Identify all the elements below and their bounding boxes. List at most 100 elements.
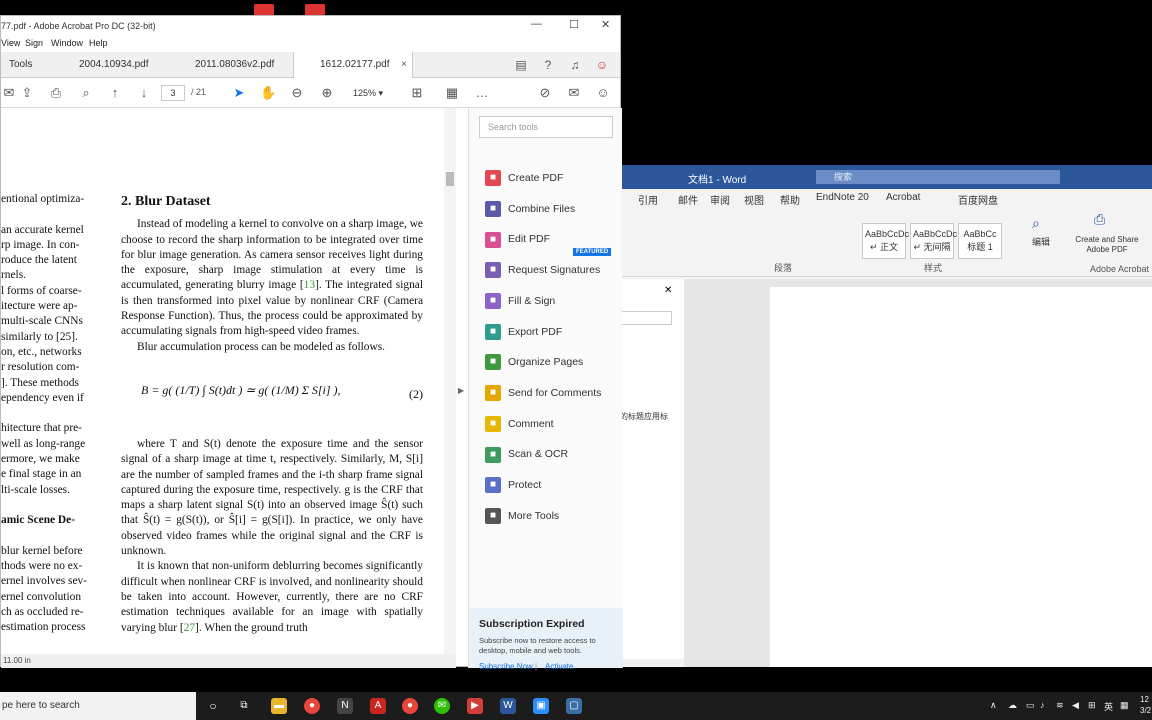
taskbar-search-input[interactable]: pe here to search xyxy=(0,692,196,720)
word-tab[interactable]: 引用 xyxy=(638,192,658,207)
chrome-icon[interactable]: ● xyxy=(304,698,320,714)
citation-link[interactable]: 13 xyxy=(304,279,315,291)
avatar[interactable]: ☺ xyxy=(594,57,610,73)
create-pdf-icon[interactable]: ⎙ xyxy=(1094,211,1105,228)
app-icon[interactable]: ▶ xyxy=(467,698,483,714)
tool-item[interactable]: ■ Create PDF xyxy=(485,168,563,190)
chrome-icon[interactable]: ● xyxy=(402,698,418,714)
bell-icon[interactable]: ♫ xyxy=(567,57,583,73)
tab-doc-1612[interactable]: 1612.02177.pdf xyxy=(293,52,413,78)
select-cursor-icon[interactable]: ➤ xyxy=(231,85,247,101)
style-heading1[interactable]: AaBbCc 标题 1 xyxy=(958,223,1002,259)
task-view-icon[interactable]: ⧉ xyxy=(236,698,252,714)
close-icon[interactable]: ✕ xyxy=(601,18,610,31)
word-page[interactable] xyxy=(770,287,1152,667)
tool-item[interactable]: ■ Organize Pages xyxy=(485,352,583,374)
print-icon[interactable]: ⎙ xyxy=(48,85,64,101)
word-icon[interactable]: W xyxy=(500,698,516,714)
word-search-box[interactable]: 搜索 xyxy=(816,170,1060,184)
active-app-icon[interactable]: ▢ xyxy=(566,698,582,714)
comment-tools-icon[interactable]: ▦ xyxy=(444,85,460,101)
subscribe-now-link[interactable]: Subscribe Now xyxy=(479,662,533,671)
page-number-input[interactable]: 3 xyxy=(161,85,185,101)
page-fit-icon[interactable]: ⊞ xyxy=(409,85,425,101)
close-icon[interactable]: ✕ xyxy=(664,285,672,296)
tab-doc-2011[interactable]: 2011.08036v2.pdf xyxy=(187,52,291,78)
email-icon[interactable]: ✉ xyxy=(566,85,582,101)
add-user-icon[interactable]: ☺ xyxy=(595,85,611,101)
chat-icon[interactable]: ▤ xyxy=(513,57,529,73)
edit-label[interactable]: 编辑 xyxy=(1032,235,1050,248)
tab-close-icon[interactable]: × xyxy=(401,52,407,78)
tool-item[interactable]: ■ Protect xyxy=(485,475,541,497)
word-tab[interactable]: 百度网盘 xyxy=(958,192,998,207)
tool-item[interactable]: ■ Comment xyxy=(485,414,554,436)
word-tab[interactable]: 邮件 xyxy=(678,192,698,207)
zoom-out-icon[interactable]: ⊖ xyxy=(289,85,305,101)
tab-doc-2004[interactable]: 2004.10934.pdf xyxy=(71,52,171,78)
tool-item[interactable]: ■ Request Signatures xyxy=(485,260,600,282)
tool-item[interactable]: ■ Export PDF xyxy=(485,322,562,344)
text-line: multi-scale CNNs xyxy=(1,315,83,328)
menu-window[interactable]: Window xyxy=(51,38,83,48)
menu-view[interactable]: View xyxy=(1,38,20,48)
zoom-app-icon[interactable]: ▣ xyxy=(533,698,549,714)
menu-sign[interactable]: Sign xyxy=(25,38,43,48)
help-icon[interactable]: ? xyxy=(540,57,556,73)
menu-help[interactable]: Help xyxy=(89,38,108,48)
tool-item[interactable]: ■ Edit PDF xyxy=(485,229,550,251)
find-icon[interactable]: ⌕ xyxy=(1032,215,1040,232)
tab-tools[interactable]: Tools xyxy=(1,52,61,78)
tool-item[interactable]: ■ Scan & OCR xyxy=(485,444,568,466)
minimize-icon[interactable]: — xyxy=(531,18,542,30)
upload-icon[interactable]: ⇪ xyxy=(19,85,35,101)
style-no-spacing[interactable]: AaBbCcDc ↵ 无间隔 xyxy=(910,223,957,259)
tool-item[interactable]: ■ Combine Files xyxy=(485,199,575,221)
notion-icon[interactable]: N xyxy=(337,698,353,714)
clock[interactable]: 12 3/2 xyxy=(1140,694,1151,716)
page-down-icon[interactable]: ↓ xyxy=(136,85,152,101)
zoom-in-icon[interactable]: ⊕ xyxy=(319,85,335,101)
acrobat-icon[interactable]: A xyxy=(370,698,386,714)
hand-icon[interactable]: ✋ xyxy=(260,85,276,101)
word-tab[interactable]: 审阅 xyxy=(710,192,730,207)
nav-search-input[interactable] xyxy=(620,311,672,325)
word-tab[interactable]: 视图 xyxy=(744,192,764,207)
page-total: / 21 xyxy=(191,87,207,97)
tray-speaker-icon[interactable]: ◀ xyxy=(1072,700,1079,711)
page-up-icon[interactable]: ↑ xyxy=(107,85,123,101)
tray-grid-icon[interactable]: ▦ xyxy=(1120,700,1129,711)
zoom-search-icon[interactable]: ⌕ xyxy=(78,85,94,101)
sign-icon[interactable]: ✉ xyxy=(1,85,17,101)
vertical-scrollbar[interactable] xyxy=(444,108,456,654)
zoom-select[interactable]: 125% ▾ xyxy=(345,85,393,101)
tray-input-icon[interactable]: ⊞ xyxy=(1088,700,1096,711)
more-icon[interactable]: … xyxy=(474,85,490,101)
citation-link[interactable]: 27 xyxy=(184,622,195,634)
tray-network-icon[interactable]: ▭ xyxy=(1026,700,1035,711)
language-indicator[interactable]: 英 xyxy=(1104,700,1113,713)
collapse-pane-icon[interactable]: ▶ xyxy=(458,386,464,395)
wechat-icon[interactable]: ✉ xyxy=(434,698,450,714)
scroll-thumb[interactable] xyxy=(446,172,454,186)
word-tab[interactable]: EndNote 20 xyxy=(816,192,869,203)
style-normal[interactable]: AaBbCcDc ↵ 正文 xyxy=(862,223,909,259)
link-icon[interactable]: ⊘ xyxy=(537,85,553,101)
maximize-icon[interactable]: ☐ xyxy=(569,18,579,31)
cortana-icon[interactable]: ○ xyxy=(205,698,221,714)
tray-volume-icon[interactable]: ♪ xyxy=(1040,700,1045,710)
word-tab[interactable]: Acrobat xyxy=(886,192,920,203)
word-tab[interactable]: 帮助 xyxy=(780,192,800,207)
search-tools-input[interactable]: Search tools xyxy=(479,116,613,138)
activate-link[interactable]: Activate xyxy=(545,662,573,671)
tool-item[interactable]: ■ Send for Comments xyxy=(485,383,601,405)
file-explorer-icon[interactable]: ▬ xyxy=(271,698,287,714)
tray-wifi-icon[interactable]: ≋ xyxy=(1056,700,1064,711)
tray-chevron-icon[interactable]: ∧ xyxy=(990,700,997,711)
tool-item[interactable]: ■ Fill & Sign xyxy=(485,291,555,313)
tool-item[interactable]: ■ More Tools xyxy=(485,506,559,528)
document-pane[interactable]: entional optimiza-an accurate kernel rp i… xyxy=(1,108,456,654)
tray-cloud-icon[interactable]: ☁ xyxy=(1008,700,1017,711)
acrobat-window: 77.pdf - Adobe Acrobat Pro DC (32-bit) —… xyxy=(0,15,623,671)
create-share-label[interactable]: Create and Share Adobe PDF xyxy=(1064,235,1150,255)
